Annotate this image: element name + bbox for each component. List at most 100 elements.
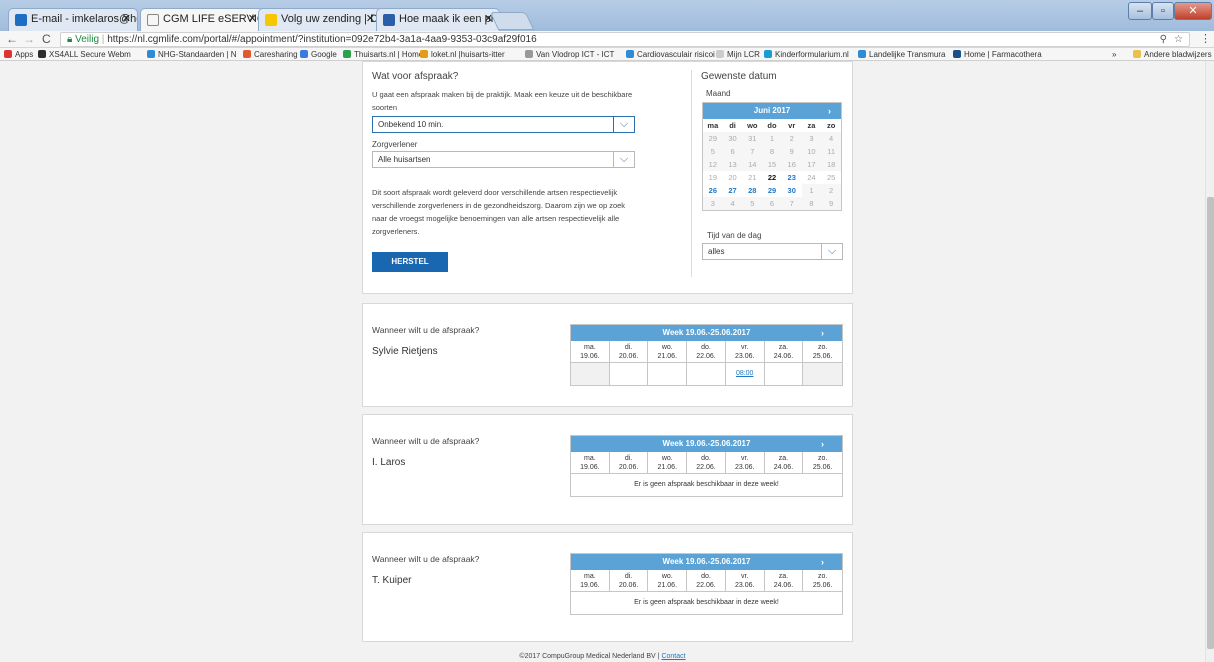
bookmark-item[interactable]: Landelijke Transmura [858, 49, 945, 60]
bookmark-item[interactable]: loket.nl |huisarts-itter [420, 49, 505, 60]
week-day-header: ma. 19.06. [571, 570, 610, 592]
calendar-day: 14 [742, 158, 763, 171]
provider-select[interactable]: Alle huisartsen ⌵ [372, 151, 635, 168]
calendar-day: 8 [801, 197, 822, 210]
contact-link[interactable]: Contact [661, 653, 685, 660]
weekday-header: vr [781, 119, 802, 132]
calendar-day[interactable]: 29 [762, 184, 782, 197]
calendar-day: 4 [821, 132, 841, 145]
week-day-header: za. 24.06. [764, 341, 804, 363]
close-window-button[interactable]: ✕ [1174, 2, 1212, 20]
bookmark-item[interactable]: Van Vlodrop ICT - ICT [525, 49, 614, 60]
bookmark-item[interactable]: Home | Farmacothera [953, 49, 1042, 60]
minimize-button[interactable]: – [1128, 2, 1152, 20]
calendar-day[interactable]: 30 [781, 184, 802, 197]
slot-cell [687, 363, 726, 385]
calendar-day[interactable]: 27 [722, 184, 743, 197]
calendar-day: 30 [722, 132, 743, 145]
bookmark-item[interactable]: » [1112, 49, 1116, 60]
provider-name: I. Laros [372, 457, 406, 468]
bookmark-item[interactable]: Caresharing [243, 49, 298, 60]
bookmark-item[interactable]: Apps [4, 49, 33, 60]
new-tab-button[interactable] [489, 12, 535, 30]
chevron-down-icon: ⌵ [613, 152, 634, 167]
calendar-day: 5 [742, 197, 763, 210]
appointment-type-select[interactable]: Onbekend 10 min. ⌵ [372, 116, 635, 133]
calendar-header: Juni 2017 › [703, 103, 841, 119]
forward-icon[interactable]: → [23, 32, 35, 46]
next-week-icon[interactable]: › [821, 325, 824, 341]
calendar-day: 25 [821, 171, 841, 184]
bookmark-item[interactable]: XS4ALL Secure Webm [38, 49, 131, 60]
reload-icon[interactable]: C [42, 32, 51, 46]
bookmark-icon [343, 50, 351, 58]
calendar-day[interactable]: 26 [703, 184, 723, 197]
calendar-day[interactable]: 23 [781, 171, 802, 184]
star-icon[interactable]: ☆ [1174, 33, 1183, 46]
bookmark-item[interactable]: Google [300, 49, 337, 60]
bookmark-icon [716, 50, 724, 58]
bookmark-icon [300, 50, 308, 58]
month-label: Maand [706, 89, 731, 98]
week-header: Week 19.06.-25.06.2017 › [571, 554, 842, 570]
calendar-day: 17 [801, 158, 822, 171]
next-month-icon[interactable]: › [828, 103, 831, 119]
time-of-day-select[interactable]: alles ⌵ [702, 243, 843, 260]
back-icon[interactable]: ← [6, 32, 18, 46]
question-text: Wanneer wilt u de afspraak? [372, 325, 480, 335]
slot-cell [764, 363, 804, 385]
address-bar[interactable]: 🔒︎ Veilig | https://nl.cgmlife.com/porta… [60, 32, 1190, 47]
provider-name: T. Kuiper [372, 575, 412, 586]
bookmark-item[interactable]: NHG-Standaarden | N [147, 49, 237, 60]
bookmark-icon [764, 50, 772, 58]
page-content: Wat voor afspraak? U gaat een afspraak m… [0, 61, 1214, 662]
calendar-day: 15 [762, 158, 782, 171]
week-day-header: zo. 25.06. [803, 570, 842, 592]
weekday-header: za [801, 119, 822, 132]
tab-cgm-life[interactable]: CGM LIFE eSERVICES ✕ [140, 8, 264, 31]
next-week-icon[interactable]: › [821, 554, 824, 570]
week-day-header: ma. 19.06. [571, 341, 610, 363]
bookmark-item[interactable]: Andere bladwijzers [1133, 49, 1212, 60]
bookmark-item[interactable]: Mijn LCR [716, 49, 760, 60]
time-slot-link[interactable]: 08:00 [736, 370, 754, 377]
week-days: ma. 19.06. di. 20.06. wo. 21.06. do. 22.06. vr. 2… [571, 570, 842, 592]
week-day-header: do. 22.06. [687, 452, 726, 474]
tab-dhl[interactable]: Volg uw zending | DHL F ✕ [258, 8, 382, 31]
scrollbar[interactable] [1205, 61, 1214, 662]
translate-icon[interactable]: ⚲ [1160, 33, 1167, 46]
calendar-day: 18 [821, 158, 841, 171]
bookmark-item[interactable]: Thuisarts.nl | Home [343, 49, 423, 60]
calendar-day: 1 [762, 132, 782, 145]
calendar-day: 20 [722, 171, 743, 184]
page-icon [147, 14, 159, 26]
calendar-day: 9 [781, 145, 802, 158]
calendar-day: 22 [762, 171, 782, 184]
maximize-button[interactable]: ▫ [1152, 2, 1174, 20]
calendar-day: 16 [781, 158, 802, 171]
outlook-icon [15, 14, 27, 26]
bookmark-icon [38, 50, 46, 58]
form-description: Dit soort afspraak wordt geleverd door v… [372, 188, 626, 236]
tab-printscreen[interactable]: Hoe maak ik een printsc ✕ [376, 8, 500, 31]
calendar-day: 12 [703, 158, 723, 171]
bookmark-item[interactable]: Cardiovasculair risicoi [626, 49, 715, 60]
week-slots: 08:00 [571, 363, 842, 385]
week-day-header: zo. 25.06. [803, 452, 842, 474]
close-tab-icon[interactable]: ✕ [122, 9, 131, 30]
no-appointment-message: Er is geen afspraak beschikbaar in deze … [571, 592, 842, 614]
calendar-day: 7 [781, 197, 802, 210]
close-tab-icon[interactable]: ✕ [248, 9, 257, 30]
next-week-icon[interactable]: › [821, 436, 824, 452]
reset-button[interactable]: HERSTEL [372, 252, 448, 272]
tab-email[interactable]: E-mail - imkelaros@hotr ✕ [8, 8, 138, 31]
week-day-header: wo. 21.06. [648, 341, 688, 363]
calendar-day: 11 [821, 145, 841, 158]
bookmark-item[interactable]: Kinderformularium.nl [764, 49, 849, 60]
calendar-day[interactable]: 28 [742, 184, 763, 197]
scrollbar-thumb[interactable] [1207, 197, 1214, 649]
menu-icon[interactable]: ⋮ [1200, 32, 1211, 45]
weekday-header: wo [742, 119, 763, 132]
calendar-day: 1 [801, 184, 822, 197]
close-tab-icon[interactable]: ✕ [366, 9, 375, 30]
